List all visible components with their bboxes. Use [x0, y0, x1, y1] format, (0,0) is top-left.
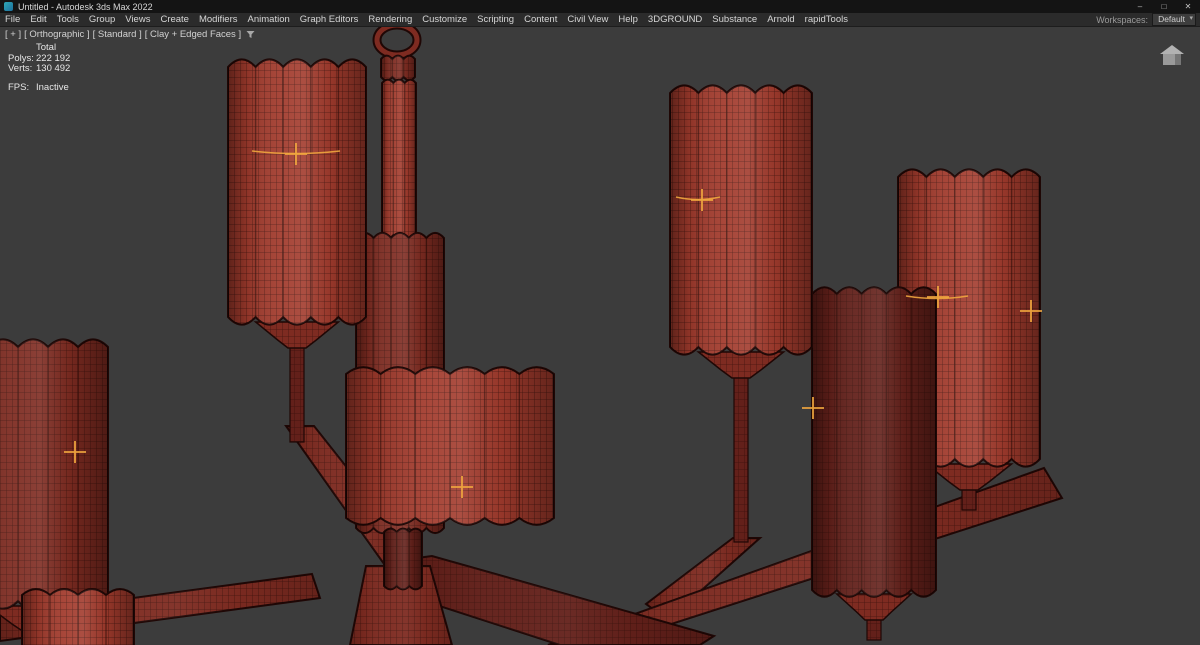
menu-modifiers[interactable]: Modifiers — [194, 13, 243, 26]
stats-total-header: Total — [36, 42, 57, 53]
viewport-menu-shading[interactable]: [ Clay + Edged Faces ] — [145, 29, 241, 40]
menu-file[interactable]: File — [0, 13, 25, 26]
shade-bottom-left[interactable] — [21, 588, 135, 645]
stats-verts-label: Verts: — [8, 63, 33, 74]
menu-views[interactable]: Views — [120, 13, 155, 26]
viewport-menu-renderer[interactable]: [ Standard ] — [93, 29, 142, 40]
viewport-menu-plus[interactable]: [ + ] — [5, 29, 21, 40]
viewport-filter-icon[interactable] — [246, 30, 255, 39]
shade-mid-right[interactable] — [811, 286, 937, 641]
shade-center[interactable] — [345, 366, 555, 526]
viewport-menu-pov[interactable]: [ Orthographic ] — [24, 29, 89, 40]
menu-graph-editors[interactable]: Graph Editors — [295, 13, 364, 26]
menu-bar: File Edit Tools Group Views Create Modif… — [0, 13, 1200, 27]
application-window: Untitled - Autodesk 3ds Max 2022 – □ ✕ F… — [0, 0, 1200, 645]
menu-arnold[interactable]: Arnold — [762, 13, 799, 26]
maximize-button-icon[interactable]: □ — [1152, 0, 1176, 13]
column-upper-shaft[interactable] — [381, 78, 417, 240]
chevron-down-icon: ▾ — [1189, 15, 1193, 22]
menu-customize[interactable]: Customize — [417, 13, 472, 26]
workspaces-area: Workspaces: Default ▾ — [1096, 13, 1200, 26]
menu-animation[interactable]: Animation — [243, 13, 295, 26]
close-button-icon[interactable]: ✕ — [1176, 0, 1200, 13]
window-title: Untitled - Autodesk 3ds Max 2022 — [18, 1, 153, 12]
viewport-canvas[interactable] — [0, 0, 1200, 645]
viewcube-home-icon[interactable] — [1158, 44, 1186, 73]
stats-polys-value: 222 192 — [36, 52, 71, 64]
menu-edit[interactable]: Edit — [25, 13, 51, 26]
viewport-label: [ + ] [ Orthographic ] [ Standard ] [ Cl… — [5, 29, 255, 40]
stats-fps-label: FPS: — [8, 81, 30, 93]
menu-tools[interactable]: Tools — [52, 13, 84, 26]
menu-scripting[interactable]: Scripting — [472, 13, 519, 26]
menu-help[interactable]: Help — [613, 13, 643, 26]
window-controls: – □ ✕ — [1128, 0, 1200, 13]
menu-content[interactable]: Content — [519, 13, 562, 26]
workspace-value: Default — [1158, 14, 1185, 24]
menu-3dground[interactable]: 3DGROUND — [643, 13, 707, 26]
stats-fps-value: Inactive — [36, 81, 69, 93]
workspaces-label: Workspaces: — [1096, 14, 1149, 25]
3ds-max-app-icon[interactable] — [4, 2, 13, 11]
shade-left-top-stem[interactable] — [289, 339, 305, 443]
menu-group[interactable]: Group — [84, 13, 120, 26]
workspace-dropdown[interactable]: Default ▾ — [1152, 13, 1196, 26]
column-lower-shaft[interactable] — [383, 527, 423, 591]
menu-civil-view[interactable]: Civil View — [562, 13, 613, 26]
menu-rapidtools[interactable]: rapidTools — [800, 13, 853, 26]
title-bar: Untitled - Autodesk 3ds Max 2022 – □ ✕ — [0, 0, 1200, 13]
column-knob[interactable] — [380, 54, 416, 82]
minimize-button-icon[interactable]: – — [1128, 0, 1152, 13]
menu-create[interactable]: Create — [155, 13, 194, 26]
stats-polys-label: Polys: — [8, 52, 34, 64]
stats-verts-value: 130 492 — [36, 63, 71, 74]
menu-substance[interactable]: Substance — [707, 13, 762, 26]
shade-right-top-stem[interactable] — [733, 369, 749, 543]
viewport-statistics: Total Polys: 222 192 Verts: 130 492 FPS: In… — [8, 43, 70, 93]
menu-rendering[interactable]: Rendering — [363, 13, 417, 26]
